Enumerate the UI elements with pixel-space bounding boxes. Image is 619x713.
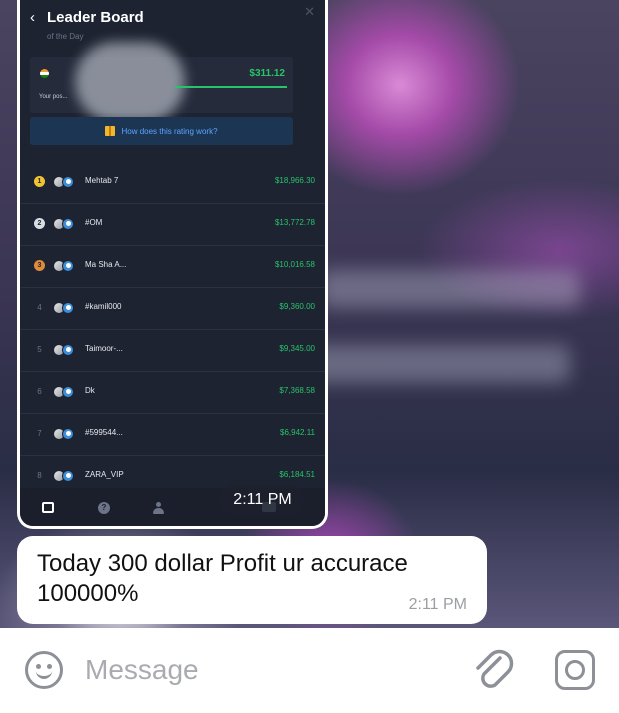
- user-avatar-icon: [62, 428, 74, 440]
- trader-profit: $18,966.30: [274, 176, 315, 185]
- rating-info-banner: How does this rating work?: [30, 117, 293, 145]
- text-message-bubble[interactable]: Today 300 dollar Profit ur accurace 1000…: [17, 536, 487, 624]
- user-avatar-icon: [62, 344, 74, 356]
- profile-tab-icon: [153, 502, 164, 514]
- blurred-background-text: [300, 345, 570, 383]
- help-tab-icon: ?: [98, 502, 110, 514]
- leaderboard-row: 5 Taimoor-... $9,345.00: [20, 330, 325, 372]
- trader-profit: $6,184.51: [279, 470, 315, 479]
- rank-badge: 5: [37, 345, 42, 354]
- back-chevron-icon: ‹: [30, 9, 35, 26]
- india-flag-icon: [40, 69, 49, 78]
- trader-name: ZARA_VIP: [85, 470, 124, 479]
- redacted-smudge: [75, 42, 185, 122]
- trader-profit: $7,368.58: [279, 386, 315, 395]
- trader-profit: $13,772.78: [274, 218, 315, 227]
- user-avatar-icon: [62, 176, 74, 188]
- rank-badge: 3: [34, 260, 45, 271]
- trader-name: Ma Sha A...: [85, 260, 127, 269]
- rank-badge: 6: [37, 387, 42, 396]
- position-progress-bar: [175, 86, 287, 88]
- leaderboard-screenshot: ‹ Leader Board of the Day ✕ $311.12 Your…: [20, 0, 325, 526]
- user-avatar-icon: [62, 218, 74, 230]
- trader-profit: $9,345.00: [279, 344, 315, 353]
- rank-badge: 8: [37, 471, 42, 480]
- your-position-amount: $311.12: [249, 68, 285, 79]
- trader-profit: $9,360.00: [279, 302, 315, 311]
- close-icon: ✕: [304, 4, 315, 19]
- leaderboard-list: 1 Mehtab 7 $18,966.30 2 #OM $13,772.78 3 Ma Sha…: [20, 162, 325, 498]
- message-composer: [0, 628, 619, 713]
- blurred-background-text: [320, 270, 580, 308]
- rank-badge: 1: [34, 176, 45, 187]
- leaderboard-header: ‹ Leader Board of the Day ✕: [20, 0, 325, 52]
- rank-badge: 4: [37, 303, 42, 312]
- emoji-icon[interactable]: [25, 651, 63, 689]
- user-avatar-icon: [62, 302, 74, 314]
- trader-name: Dk: [85, 386, 95, 395]
- leaderboard-row: 6 Dk $7,368.58: [20, 372, 325, 414]
- leaderboard-row: 4 #kamil000 $9,360.00: [20, 288, 325, 330]
- trader-name: #599544...: [85, 428, 123, 437]
- leaderboard-row: 1 Mehtab 7 $18,966.30: [20, 162, 325, 204]
- leaderboard-title: Leader Board: [47, 9, 144, 26]
- leaderboard-row: 3 Ma Sha A... $10,016.58: [20, 246, 325, 288]
- image-message-time: 2:11 PM: [220, 486, 305, 514]
- message-time: 2:11 PM: [408, 596, 467, 613]
- attach-icon[interactable]: [470, 644, 516, 696]
- image-message-bubble[interactable]: ‹ Leader Board of the Day ✕ $311.12 Your…: [17, 0, 328, 529]
- user-avatar-icon: [62, 470, 74, 482]
- trader-profit: $6,942.11: [280, 428, 315, 437]
- leaderboard-subtitle: of the Day: [47, 32, 84, 41]
- your-position-label: Your pos...: [39, 94, 68, 100]
- trader-profit: $10,016.58: [274, 260, 315, 269]
- your-position-card: $311.12 Your pos...: [30, 42, 293, 122]
- message-input[interactable]: [85, 650, 455, 690]
- rank-badge: 2: [34, 218, 45, 229]
- image-tab-icon: [42, 502, 54, 513]
- trader-name: #kamil000: [85, 302, 122, 311]
- trader-name: Taimoor-...: [85, 344, 123, 353]
- user-avatar-icon: [62, 260, 74, 272]
- rank-badge: 7: [37, 429, 42, 438]
- trader-name: #OM: [85, 218, 103, 227]
- user-avatar-icon: [62, 386, 74, 398]
- leaderboard-row: 2 #OM $13,772.78: [20, 204, 325, 246]
- camera-icon[interactable]: [555, 650, 595, 690]
- gift-icon: [105, 126, 116, 136]
- leaderboard-row: 7 #599544... $6,942.11: [20, 414, 325, 456]
- trader-name: Mehtab 7: [85, 176, 119, 185]
- rating-info-link: How does this rating work?: [121, 126, 218, 136]
